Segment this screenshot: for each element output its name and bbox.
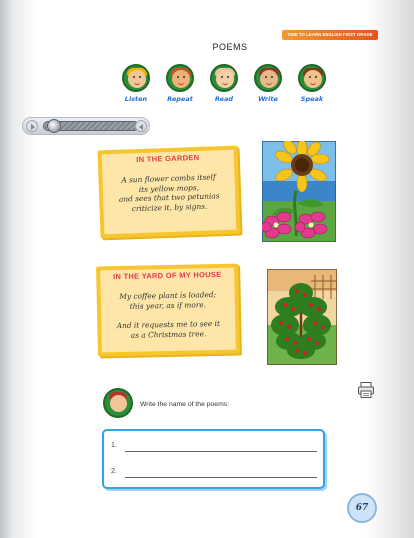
page-number: 67 <box>347 493 377 523</box>
skill-label-write: Write <box>258 95 278 103</box>
answer-box: 1. 2. <box>102 429 325 489</box>
audio-progress-thumb[interactable] <box>47 119 62 133</box>
answer-row: 2. <box>111 468 317 480</box>
poem-body: A sun flower combs itself its yellow mop… <box>112 172 225 214</box>
answer-line-1[interactable] <box>125 451 317 452</box>
activity-instruction: Write the name of the poems: <box>140 401 230 408</box>
answer-number: 1. <box>111 442 117 449</box>
listen-icon <box>122 64 150 92</box>
write-icon <box>254 64 282 92</box>
read-icon <box>210 64 238 92</box>
speak-icon <box>298 64 326 92</box>
poem-card-yard: IN THE YARD OF MY HOUSE My coffee plant … <box>96 263 240 357</box>
skill-label-read: Read <box>214 95 234 103</box>
skill-listen[interactable]: Listen <box>118 64 154 103</box>
poem-title: IN THE YARD OF MY HOUSE <box>112 269 222 282</box>
page-title: POEMS <box>212 42 248 52</box>
answer-number: 2. <box>111 468 117 475</box>
sunflower-illustration <box>262 141 336 242</box>
play-button[interactable] <box>26 120 38 132</box>
coffee-plant-illustration <box>267 269 337 365</box>
print-icon[interactable] <box>357 381 375 399</box>
skill-read[interactable]: Read <box>206 64 242 103</box>
workbook-page: TIME TO LEARN ENGLISH FIRST GRADE POEMS … <box>0 0 414 538</box>
skill-speak[interactable]: Speak <box>294 64 330 103</box>
volume-button[interactable] <box>135 120 147 132</box>
poem-card-garden: IN THE GARDEN A sun flower combs itself … <box>97 145 241 239</box>
poem-title: IN THE GARDEN <box>136 152 200 165</box>
audio-player <box>22 117 150 135</box>
skill-write[interactable]: Write <box>250 64 286 103</box>
answer-row: 1. <box>111 442 317 454</box>
skill-label-repeat: Repeat <box>167 95 193 103</box>
answer-line-2[interactable] <box>125 477 317 478</box>
poem-body: My coffee plant is loaded; this year, as… <box>111 290 226 341</box>
course-banner: TIME TO LEARN ENGLISH FIRST GRADE <box>282 30 378 40</box>
skill-repeat[interactable]: Repeat <box>162 64 198 103</box>
repeat-icon <box>166 64 194 92</box>
skill-label-speak: Speak <box>300 95 324 103</box>
skills-bar: Listen Repeat Read Write Speak <box>118 64 328 109</box>
skill-label-listen: Listen <box>124 95 148 103</box>
write-activity-icon <box>103 388 133 418</box>
